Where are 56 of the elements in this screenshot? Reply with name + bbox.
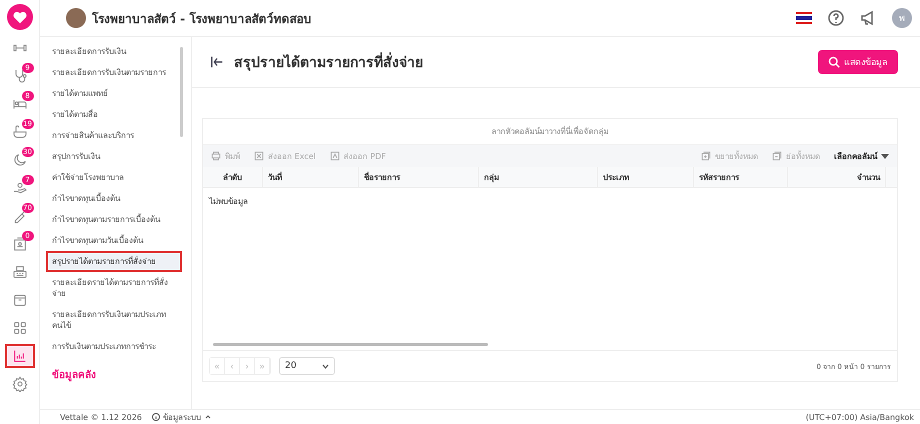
sidebar-item[interactable]: รายละเอียดการรับเงินตามรายการ [46,62,182,83]
version-text: Vettale © 1.12 2026 [60,412,142,422]
system-info-button[interactable]: ข้อมูลระบบ [152,410,212,424]
show-data-button[interactable]: แสดงข้อมูล [818,50,898,74]
settings-icon [12,376,28,392]
hand-icon [12,180,28,196]
page-title: สรุปรายได้ตามรายการที่สั่งจ่าย [234,51,808,73]
help-icon[interactable] [828,10,844,26]
page-size-select[interactable]: 20 [279,357,335,375]
flag-icon[interactable] [796,10,812,26]
sidebar-item[interactable]: รายละเอียดการรับเงิน [46,41,182,62]
hospital-title: โรงพยาบาลสัตว์ - โรงพยาบาลสัตว์ทดสอบ [92,10,312,28]
bar-chart-icon [12,348,28,364]
chevron-down-icon [322,364,329,368]
sidebar-item[interactable]: ค่าใช้จ่ายโรงพยาบาล [46,167,182,188]
pdf-file-icon [330,151,340,161]
sidebar-item[interactable]: รายละเอียดการรับเงินตามประเภทคนไข้ [46,304,182,336]
column-header[interactable]: วันที่ [263,167,359,187]
sidebar-item[interactable]: กำไรขาดทุนเบื้องต้น [46,188,182,209]
timezone-text: (UTC+07:00) Asia/Bangkok [806,412,914,422]
column-header[interactable]: ชื่อรายการ [359,167,479,187]
expand-icon [701,151,711,161]
sidebar-item[interactable]: รายละเอียดรายได้ตามรายการที่สั่งจ่าย [46,272,182,304]
box-icon [12,292,28,308]
printer-icon [211,151,221,161]
sidebar-item[interactable]: สรุปการรับเงิน [46,146,182,167]
sidebar-item[interactable]: กำไรขาดทุนตามรายการเบื้องต้น [46,209,182,230]
sidebar-item[interactable]: กำไรขาดทุนตามวันเบื้องต้น [46,230,182,251]
column-header[interactable]: รหัสรายการ [694,167,788,187]
monitor-icon [12,236,28,252]
info-icon [152,413,160,421]
heart-logo-icon[interactable] [6,4,32,30]
column-header[interactable]: กลุ่ม [479,167,598,187]
collapse-left-icon[interactable] [210,55,224,69]
column-chooser-button[interactable]: เลือกคอลัมน์ [834,150,889,162]
search-icon [828,56,840,68]
column-header[interactable]: จำนวน [788,167,886,187]
sidebar-item[interactable]: รายได้ตามสื่อ [46,104,182,125]
column-header[interactable]: ประเภท [598,167,694,187]
horizontal-scrollbar[interactable] [213,343,488,346]
grid-icon [12,320,28,336]
section-heading: ข้อมูลคลัง [52,368,97,382]
sidebar-item[interactable]: การรับเงินตามประเภทการชำระ [46,336,182,357]
caret-icon [881,154,889,158]
empty-message: ไม่พบข้อมูล [209,197,248,206]
excel-file-icon [254,151,264,161]
rail-item[interactable] [4,344,34,368]
photo-placeholder [66,8,86,28]
sidebar-item[interactable]: รายได้ตามแพทย์ [46,83,182,104]
cash-register-icon [12,264,28,280]
sidebar-item[interactable]: สรุปรายได้ตามรายการที่สั่งจ่าย [46,251,182,272]
column-header[interactable]: ลำดับ [203,167,263,187]
caret-up-icon [204,413,212,421]
megaphone-icon[interactable] [860,10,876,26]
sidebar-item[interactable]: การจ่ายสินค้าและบริการ [46,125,182,146]
collapse-icon [772,151,782,161]
